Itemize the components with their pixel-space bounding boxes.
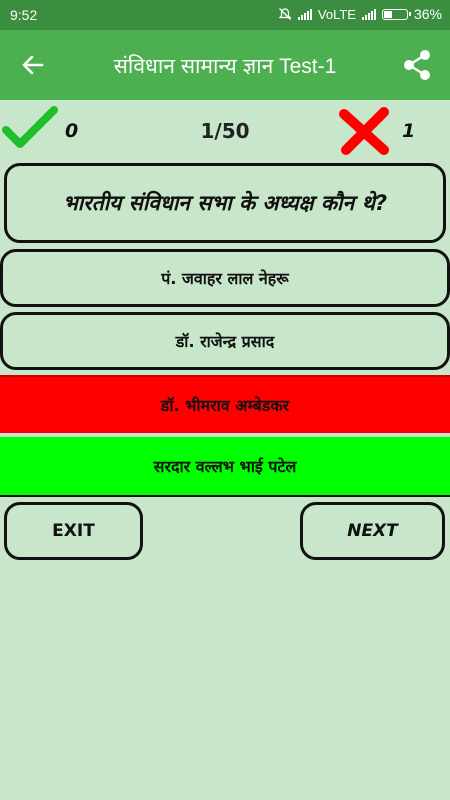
app-bar: संविधान सामान्य ज्ञान Test-1 — [0, 30, 450, 100]
signal-icon-2 — [361, 8, 376, 20]
battery-fill — [383, 10, 392, 18]
status-icons: VoLTE 36% — [278, 6, 442, 22]
score-row: 0 1/50 1 — [0, 100, 450, 160]
network-type: VoLTE — [317, 6, 356, 22]
option-label: डॉ. भीमराव अम्बेडकर — [160, 396, 290, 415]
option-label: पं. जवाहर लाल नेहरू — [161, 269, 289, 288]
battery-percent: 36% — [413, 6, 442, 22]
question-text: भारतीय संविधान सभा के अध्यक्ष कौन थे? — [62, 191, 388, 215]
notifications-muted-icon — [278, 8, 292, 20]
option-label: डॉ. राजेन्द्र प्रसाद — [175, 332, 275, 351]
status-bar: 9:52 VoLTE 36% — [0, 0, 450, 30]
cross-icon — [339, 107, 389, 155]
option-3-wrong[interactable]: डॉ. भीमराव अम्बेडकर — [0, 375, 450, 433]
exit-button[interactable]: EXIT — [4, 502, 143, 560]
arrow-left-icon[interactable] — [18, 50, 48, 80]
option-label: सरदार वल्लभ भाई पटेल — [153, 457, 297, 476]
option-1[interactable]: पं. जवाहर लाल नेहरू — [0, 249, 450, 307]
status-time: 9:52 — [10, 7, 38, 23]
next-button[interactable]: NEXT — [300, 502, 445, 560]
option-4-correct[interactable]: सरदार वल्लभ भाई पटेल — [0, 437, 450, 497]
wrong-count: 1 — [402, 120, 416, 142]
option-2[interactable]: डॉ. राजेन्द्र प्रसाद — [0, 312, 450, 370]
signal-icon — [297, 8, 312, 20]
question-box: भारतीय संविधान सभा के अध्यक्ष कौन थे? — [4, 163, 446, 243]
page-title: संविधान सामान्य ज्ञान Test-1 — [113, 55, 337, 78]
share-icon[interactable] — [400, 48, 434, 82]
battery-icon — [381, 8, 411, 20]
